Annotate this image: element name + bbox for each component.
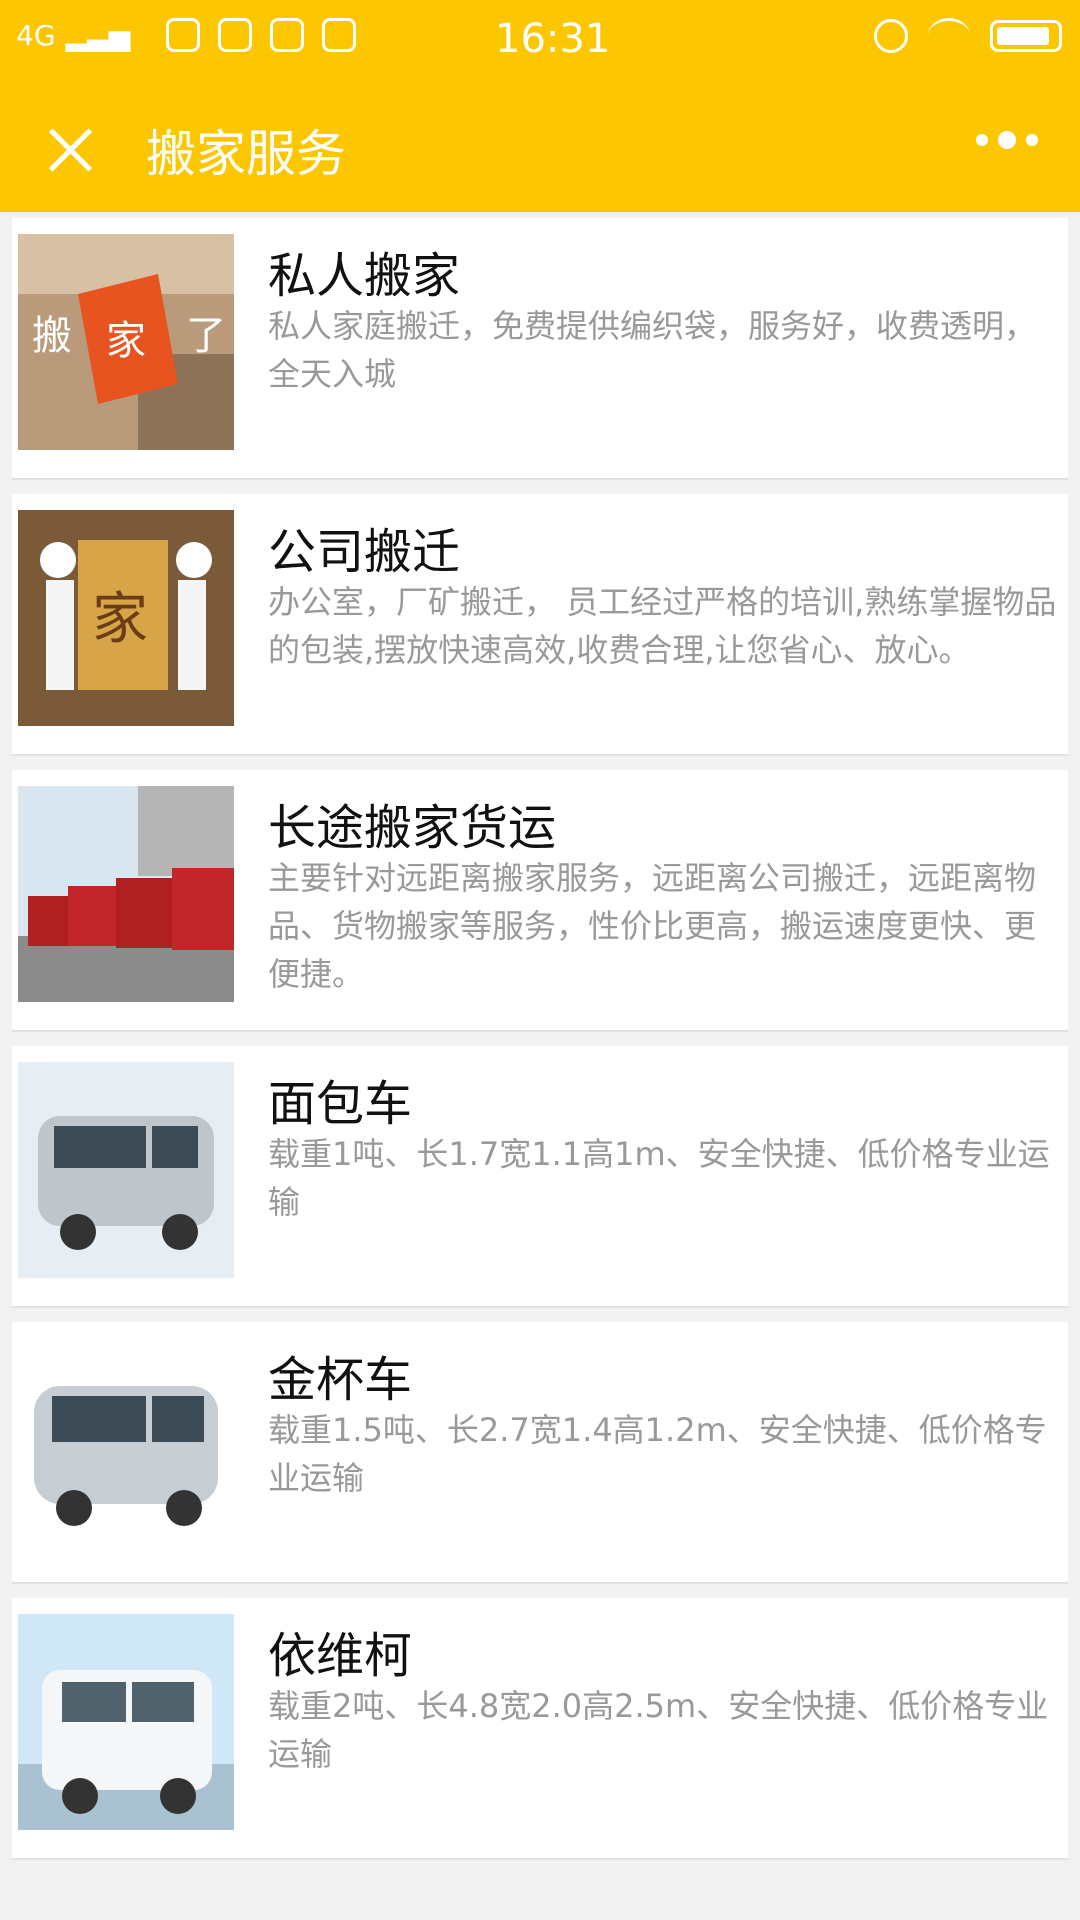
status-bar: 4G ▂▃▅ 16:31 bbox=[0, 0, 1080, 78]
status-right bbox=[874, 18, 1062, 53]
list-item-company-relocation[interactable]: 家 公司搬迁 办公室，厂矿搬迁， 员工经过严格的培训,熟练掌握物品的包装,摆放快… bbox=[12, 494, 1068, 756]
svg-text:家: 家 bbox=[106, 318, 146, 364]
thumbnail-minivan bbox=[18, 1062, 234, 1278]
item-title: 公司搬迁 bbox=[268, 524, 461, 580]
notification-icons bbox=[166, 18, 357, 52]
thumbnail-iveco bbox=[18, 1614, 234, 1830]
item-title: 长途搬家货运 bbox=[268, 800, 557, 856]
list-item-minivan[interactable]: 面包车 载重1吨、长1.7宽1.1高1m、安全快捷、低价格专业运输 bbox=[12, 1046, 1068, 1308]
item-description: 载重2吨、长4.8宽2.0高2.5m、安全快捷、低价格专业运输 bbox=[268, 1687, 1049, 1773]
page-title: 搬家服务 bbox=[146, 125, 346, 183]
status-left: 4G ▂▃▅ bbox=[16, 18, 357, 52]
svg-text:搬: 搬 bbox=[32, 313, 72, 359]
item-title: 依维柯 bbox=[268, 1628, 413, 1684]
thumbnail-long-distance-freight bbox=[18, 786, 234, 1002]
svg-text:了: 了 bbox=[186, 313, 226, 359]
notification-icon-4 bbox=[322, 18, 357, 52]
network-type: 4G bbox=[16, 18, 56, 52]
item-description: 载重1吨、长1.7宽1.1高1m、安全快捷、低价格专业运输 bbox=[268, 1135, 1050, 1221]
wifi-icon bbox=[928, 18, 970, 53]
thumbnail-private-moving: 搬 家 了 bbox=[18, 234, 234, 450]
item-description: 载重1.5吨、长2.7宽1.4高1.2m、安全快捷、低价格专业运输 bbox=[268, 1411, 1047, 1497]
alarm-icon bbox=[874, 18, 908, 53]
item-title: 私人搬家 bbox=[268, 248, 461, 304]
battery-icon bbox=[990, 19, 1062, 52]
svg-text:家: 家 bbox=[92, 587, 148, 652]
item-description: 主要针对远距离搬家服务，远距离公司搬迁，远距离物品、货物搬家等服务，性价比更高，… bbox=[268, 859, 1037, 993]
list-item-iveco[interactable]: 依维柯 载重2吨、长4.8宽2.0高2.5m、安全快捷、低价格专业运输 bbox=[12, 1598, 1068, 1860]
more-options-icon[interactable] bbox=[976, 131, 1038, 149]
thumbnail-company-relocation: 家 bbox=[18, 510, 234, 726]
item-title: 面包车 bbox=[268, 1076, 413, 1132]
app-header: 搬家服务 bbox=[0, 78, 1080, 212]
notification-icon-2 bbox=[218, 18, 253, 52]
item-description: 私人家庭搬迁，免费提供编织袋，服务好，收费透明，全天入城 bbox=[268, 307, 1037, 393]
list-item-jinbei-van[interactable]: 金杯车 载重1.5吨、长2.7宽1.4高1.2m、安全快捷、低价格专业运输 bbox=[12, 1322, 1068, 1584]
signal-icon: ▂▃▅ bbox=[65, 18, 131, 52]
item-description: 办公室，厂矿搬迁， 员工经过严格的培训,熟练掌握物品的包装,摆放快速高效,收费合… bbox=[268, 583, 1057, 669]
close-icon[interactable] bbox=[46, 124, 98, 176]
service-list: 搬 家 了 私人搬家 私人家庭搬迁，免费提供编织袋，服务好，收费透明，全天入城 … bbox=[12, 218, 1068, 1874]
thumbnail-jinbei-van bbox=[18, 1338, 234, 1554]
notification-icon-3 bbox=[270, 18, 305, 52]
list-item-long-distance-freight[interactable]: 长途搬家货运 主要针对远距离搬家服务，远距离公司搬迁，远距离物品、货物搬家等服务… bbox=[12, 770, 1068, 1032]
list-item-private-moving[interactable]: 搬 家 了 私人搬家 私人家庭搬迁，免费提供编织袋，服务好，收费透明，全天入城 bbox=[12, 218, 1068, 480]
notification-icon-1 bbox=[166, 18, 201, 52]
status-time: 16:31 bbox=[495, 16, 611, 62]
item-title: 金杯车 bbox=[268, 1352, 413, 1408]
